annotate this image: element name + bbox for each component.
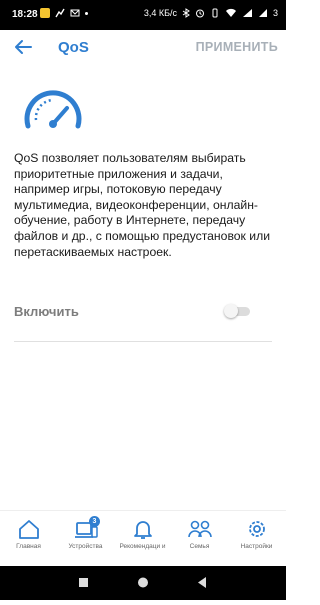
- enable-label: Включить: [14, 304, 79, 319]
- home-icon: [18, 520, 39, 539]
- signal-icon-2: [258, 9, 267, 17]
- qos-description: QoS позволяет пользователям выбирать при…: [14, 151, 271, 259]
- enable-toggle[interactable]: [224, 304, 250, 318]
- bottom-nav: Главная 3 Устройства Рекомендаци и Семья: [0, 510, 286, 567]
- toggle-knob: [224, 304, 238, 318]
- network-speed: 3,4 КБ/с: [143, 8, 177, 18]
- home-button[interactable]: [138, 577, 148, 588]
- wifi-icon: [225, 8, 236, 17]
- nav-label-home: Главная: [16, 543, 41, 550]
- back-arrow-icon[interactable]: [13, 38, 33, 56]
- signal-icon: [242, 9, 252, 17]
- bluetooth-icon: [182, 8, 190, 18]
- gear-icon: [248, 521, 265, 537]
- system-nav-bar: [0, 566, 286, 600]
- nav-label-devices: Устройства: [68, 543, 103, 550]
- notification-icons: [40, 8, 88, 18]
- page-title: QoS: [58, 39, 89, 56]
- alarm-icon: [195, 9, 204, 18]
- nav-item-devices[interactable]: 3 Устройства: [57, 516, 114, 550]
- family-icon: [187, 520, 212, 538]
- status-bar: 18:28 3,4 КБ/с 3: [0, 0, 286, 30]
- status-right: 3,4 КБ/с 3: [144, 8, 278, 18]
- devices-badge: 3: [89, 516, 100, 527]
- nav-label-family: Семья: [189, 543, 210, 550]
- speedometer-icon: [24, 90, 82, 129]
- messenger-icon: [55, 8, 65, 18]
- battery-level: 3: [272, 8, 278, 18]
- nav-item-family[interactable]: Семья: [171, 518, 228, 550]
- nav-item-home[interactable]: Главная: [0, 518, 57, 550]
- status-time: 18:28: [12, 9, 38, 20]
- nav-label-settings: Настройки: [240, 543, 273, 550]
- system-nav-buttons: [79, 577, 206, 588]
- bell-icon: [133, 521, 152, 539]
- apply-button[interactable]: ПРИМЕНИТЬ: [196, 40, 278, 54]
- nav-label-recommendations: Рекомендаци и: [119, 543, 166, 550]
- nav-item-settings[interactable]: Настройки: [228, 518, 285, 550]
- vibrate-icon: [212, 8, 218, 18]
- mail-icon: [70, 9, 80, 17]
- divider: [14, 341, 272, 342]
- recent-apps-button[interactable]: [79, 578, 88, 587]
- nav-item-recommendations[interactable]: Рекомендаци и: [114, 518, 171, 550]
- notification-app-icon: [40, 8, 50, 18]
- more-notifications-dot: [85, 11, 88, 15]
- app-bar: QoS ПРИМЕНИТЬ: [0, 30, 286, 64]
- back-button[interactable]: [198, 577, 206, 588]
